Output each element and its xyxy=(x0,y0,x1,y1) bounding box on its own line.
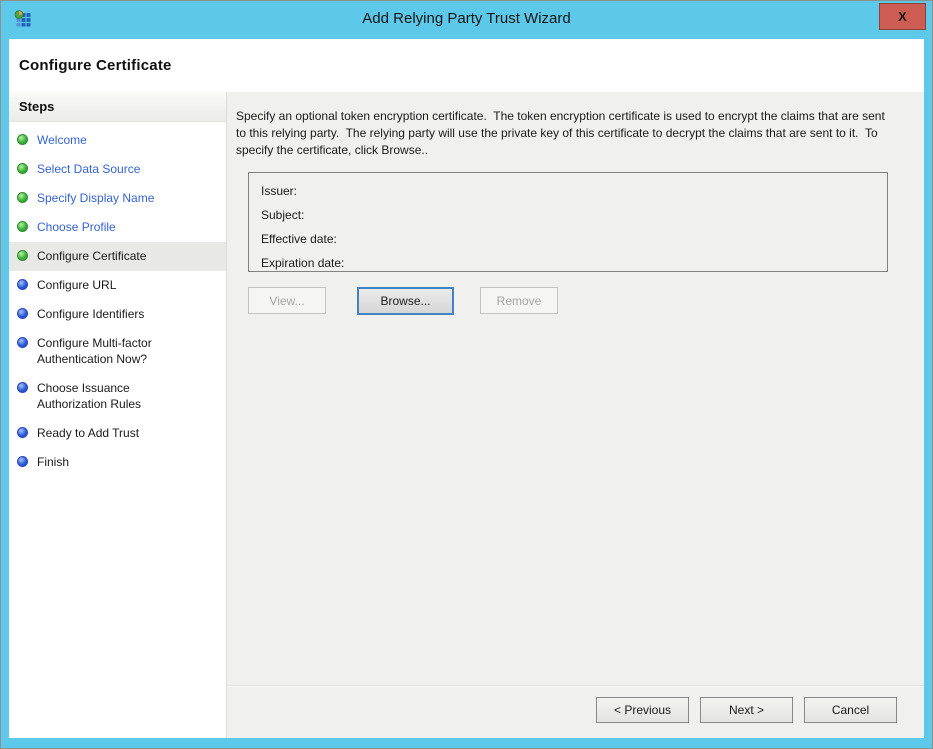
view-button[interactable]: View... xyxy=(248,287,326,314)
step-item: Choose Issuance Authorization Rules xyxy=(9,374,226,419)
certificate-field-label: Issuer: xyxy=(261,184,297,198)
steps-list: Welcome Select Data Source Specify Display… xyxy=(9,122,226,477)
step-label: Configure Multi-factor Authentication No… xyxy=(37,335,187,367)
certificate-field-row: Issuer: xyxy=(261,179,887,203)
step-label: Welcome xyxy=(37,132,87,148)
next-button[interactable]: Next > xyxy=(700,697,793,723)
step-item: Configure URL xyxy=(9,271,226,300)
step-label: Select Data Source xyxy=(37,161,140,177)
step-item[interactable]: Select Data Source xyxy=(9,155,226,184)
step-complete-icon xyxy=(17,221,28,232)
certificate-field-label: Expiration date: xyxy=(261,256,344,270)
step-item: Configure Identifiers xyxy=(9,300,226,329)
step-label: Configure Certificate xyxy=(37,248,146,264)
step-label: Configure Identifiers xyxy=(37,306,144,322)
step-item: Finish xyxy=(9,448,226,477)
wizard-page: Specify an optional token encryption cer… xyxy=(227,92,924,738)
spacer xyxy=(454,287,480,315)
window-title: Add Relying Party Trust Wizard xyxy=(1,1,932,39)
close-icon: X xyxy=(898,9,907,24)
step-label: Choose Profile xyxy=(37,219,116,235)
step-item[interactable]: Configure Certificate xyxy=(9,242,226,271)
certificate-field-row: Expiration date: xyxy=(261,251,887,275)
step-complete-icon xyxy=(17,192,28,203)
close-button[interactable]: X xyxy=(879,3,926,30)
previous-button[interactable]: < Previous xyxy=(596,697,689,723)
step-label: Choose Issuance Authorization Rules xyxy=(37,380,187,412)
cancel-button[interactable]: Cancel xyxy=(804,697,897,723)
page-header: Configure Certificate xyxy=(9,39,924,92)
steps-sidebar: Steps Welcome Select Data Source Specify D… xyxy=(9,92,227,738)
step-pending-icon xyxy=(17,456,28,467)
wizard-body: Steps Welcome Select Data Source Specify D… xyxy=(9,92,924,738)
steps-heading: Steps xyxy=(9,92,226,122)
titlebar[interactable]: Add Relying Party Trust Wizard X xyxy=(1,1,932,39)
step-pending-icon xyxy=(17,337,28,348)
step-item: Configure Multi-factor Authentication No… xyxy=(9,329,226,374)
page-title: Configure Certificate xyxy=(9,57,172,74)
certificate-actions: View... Browse... Remove xyxy=(248,287,924,315)
wizard-footer: < Previous Next > Cancel xyxy=(227,685,924,738)
certificate-field-row: Subject: xyxy=(261,203,887,227)
wizard-window: Add Relying Party Trust Wizard X Configu… xyxy=(0,0,933,749)
certificate-field-row: Effective date: xyxy=(261,227,887,251)
step-pending-icon xyxy=(17,427,28,438)
step-label: Configure URL xyxy=(37,277,116,293)
certificate-field-label: Effective date: xyxy=(261,232,337,246)
step-label: Ready to Add Trust xyxy=(37,425,139,441)
step-item[interactable]: Choose Profile xyxy=(9,213,226,242)
step-pending-icon xyxy=(17,382,28,393)
page-content: Specify an optional token encryption cer… xyxy=(227,92,924,685)
certificate-field-label: Subject: xyxy=(261,208,304,222)
browse-button[interactable]: Browse... xyxy=(357,287,454,315)
step-pending-icon xyxy=(17,279,28,290)
step-complete-icon xyxy=(17,134,28,145)
step-complete-icon xyxy=(17,163,28,174)
remove-button[interactable]: Remove xyxy=(480,287,558,314)
step-label: Specify Display Name xyxy=(37,190,154,206)
step-pending-icon xyxy=(17,308,28,319)
certificate-info-box: Issuer: Subject: Effective date: Expiration… xyxy=(248,172,888,272)
step-item[interactable]: Welcome xyxy=(9,126,226,155)
spacer xyxy=(326,287,357,315)
step-item: Ready to Add Trust xyxy=(9,419,226,448)
step-item[interactable]: Specify Display Name xyxy=(9,184,226,213)
step-complete-icon xyxy=(17,250,28,261)
step-label: Finish xyxy=(37,454,69,470)
instruction-text: Specify an optional token encryption cer… xyxy=(236,108,888,159)
